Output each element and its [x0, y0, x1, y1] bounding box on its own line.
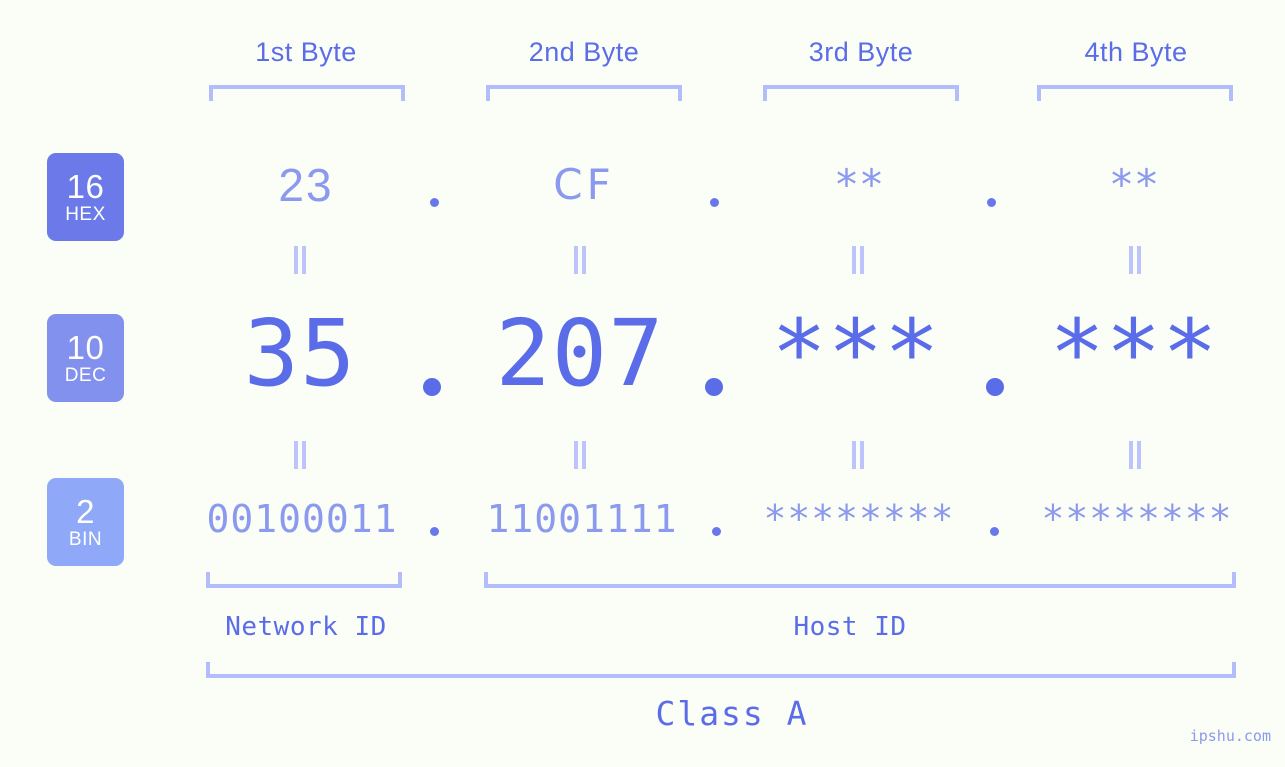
hex-byte-4-value: **: [1111, 160, 1161, 209]
dec-byte-1-value: 35: [243, 300, 357, 407]
byte-header-2: 2nd Byte: [528, 37, 640, 67]
hex-byte-1-value: 23: [278, 159, 334, 211]
equals-mark-hex-dec-3: [850, 246, 866, 274]
base-badge-dec-label: DEC: [64, 365, 107, 386]
byte-header-4: 4th Byte: [1084, 37, 1188, 67]
dec-byte-2-value: 207: [495, 300, 665, 407]
equals-mark-hex-dec-4: [1127, 246, 1143, 274]
base-badge-hex[interactable]: 16 HEX: [47, 153, 124, 241]
base-badge-dec[interactable]: 10 DEC: [47, 314, 124, 402]
equals-mark-dec-bin-4: [1127, 441, 1143, 469]
bin-byte-2-value: 11001111: [486, 497, 678, 541]
bin-byte-1-value: 00100011: [206, 497, 398, 541]
equals-mark-hex-dec-1: [292, 246, 308, 274]
hex-separator-dot-1: [430, 198, 439, 207]
hex-separator-dot-3: [987, 198, 996, 207]
base-badge-bin-number: 2: [76, 493, 95, 530]
dec-separator-dot-2: [705, 378, 723, 396]
base-badge-dec-number: 10: [66, 329, 105, 366]
dec-byte-3-value: ***: [771, 300, 941, 407]
dec-separator-dot-3: [986, 378, 1004, 396]
bin-byte-3-value: ********: [763, 497, 955, 541]
base-badge-bin-label: BIN: [68, 529, 103, 550]
base-badge-hex-label: HEX: [65, 204, 106, 225]
bin-separator-dot-3: [990, 527, 999, 536]
equals-mark-dec-bin-2: [572, 441, 588, 469]
host-id-bracket: [484, 572, 1236, 588]
class-bracket: [206, 662, 1236, 678]
byte-header-3: 3rd Byte: [808, 37, 914, 67]
ip-address-byte-diagram: 1st Byte 2nd Byte 3rd Byte 4th Byte 16 H…: [0, 0, 1285, 767]
class-label: Class A: [655, 694, 809, 733]
hex-separator-dot-2: [710, 198, 719, 207]
byte-header-1: 1st Byte: [255, 37, 357, 67]
network-id-bracket: [206, 572, 402, 588]
bin-separator-dot-2: [712, 527, 721, 536]
byte-bracket-2: [486, 85, 682, 101]
host-id-label: Host ID: [793, 612, 907, 642]
hex-byte-2-value: CF: [553, 160, 615, 209]
hex-byte-3-value: **: [836, 160, 886, 209]
bin-byte-4-value: ********: [1041, 497, 1233, 541]
network-id-label: Network ID: [225, 612, 387, 642]
equals-mark-dec-bin-3: [850, 441, 866, 469]
base-badge-hex-number: 16: [66, 168, 105, 205]
equals-mark-hex-dec-2: [572, 246, 588, 274]
equals-mark-dec-bin-1: [292, 441, 308, 469]
dec-separator-dot-1: [423, 378, 441, 396]
byte-bracket-3: [763, 85, 959, 101]
byte-bracket-4: [1037, 85, 1233, 101]
watermark: ipshu.com: [1189, 727, 1271, 745]
byte-bracket-1: [209, 85, 405, 101]
base-badge-bin[interactable]: 2 BIN: [47, 478, 124, 566]
dec-byte-4-value: ***: [1049, 300, 1219, 407]
bin-separator-dot-1: [430, 527, 439, 536]
